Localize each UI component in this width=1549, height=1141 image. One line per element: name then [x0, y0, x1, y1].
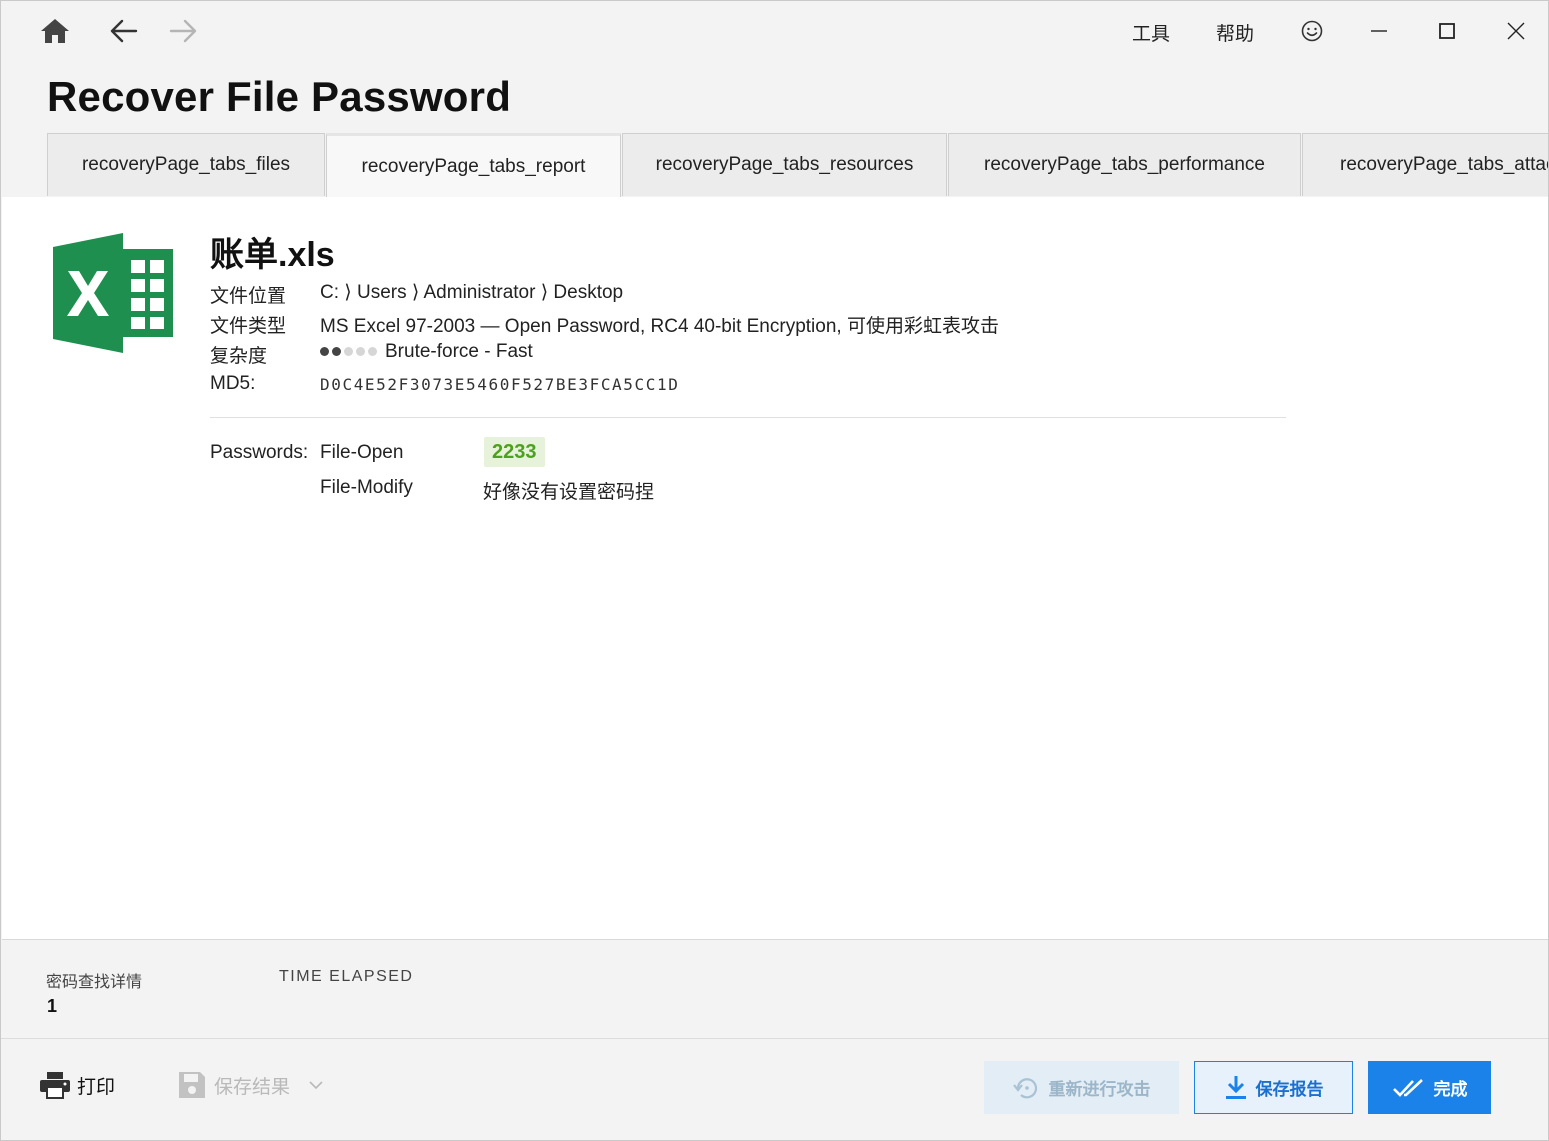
complexity-dots	[320, 347, 377, 357]
maximize-icon	[1439, 23, 1455, 39]
md5-label: MD5:	[210, 373, 256, 394]
page-title: Recover File Password	[47, 73, 512, 120]
tab-files-label: recoveryPage_tabs_files	[81, 154, 291, 175]
complexity-dot	[356, 347, 365, 357]
app-window: 工具 帮助 Recover File Password recoveryPage…	[0, 0, 1549, 1141]
tab-files[interactable]: recoveryPage_tabs_files	[47, 133, 325, 196]
print-button[interactable]: 打印	[39, 1071, 115, 1099]
menu-tools[interactable]: 工具	[1132, 19, 1170, 46]
restart-icon	[1012, 1077, 1037, 1098]
excel-icon	[53, 233, 173, 353]
menu-help[interactable]: 帮助	[1216, 19, 1254, 46]
save-report-button[interactable]: 保存报告	[1194, 1061, 1353, 1114]
close-icon	[1507, 22, 1525, 40]
complexity-value: Brute-force - Fast	[385, 341, 533, 362]
complexity-dot	[320, 347, 329, 357]
arrow-right-icon	[169, 19, 197, 43]
complexity-dot	[332, 347, 341, 357]
md5-value: D0C4E52F3073E5460F527BE3FCA5CC1D	[320, 375, 680, 394]
divider	[210, 417, 1286, 418]
tab-performance-label: recoveryPage_tabs_performance	[984, 154, 1265, 175]
minimize-button[interactable]	[1359, 13, 1399, 49]
status-section: 密码查找详情 1 TIME ELAPSED	[1, 940, 1548, 1039]
retry-attack-label: 重新进行攻击	[1048, 1080, 1151, 1099]
retry-attack-button[interactable]: 重新进行攻击	[984, 1061, 1179, 1114]
complexity-dot	[344, 347, 353, 357]
close-button[interactable]	[1496, 13, 1536, 49]
file-open-label: File-Open	[320, 442, 404, 463]
chevron-down-icon	[309, 1081, 323, 1090]
forward-button[interactable]	[165, 13, 201, 49]
location-label: 文件位置	[210, 286, 287, 307]
passwords-label: Passwords:	[210, 442, 309, 463]
complexity-dot	[368, 347, 377, 357]
home-button[interactable]	[37, 13, 73, 49]
time-elapsed-label: TIME ELAPSED	[279, 968, 414, 985]
floppy-disk-icon	[179, 1072, 205, 1098]
tab-resources-label: recoveryPage_tabs_resources	[655, 154, 914, 175]
type-label: 文件类型	[210, 316, 287, 337]
file-name: 账单.xls	[210, 236, 335, 274]
tab-attack[interactable]: recoveryPage_tabs_attac	[1302, 133, 1549, 196]
footer-toolbar: 打印 保存结果 重新进行攻击 保存报告 完成	[1, 1039, 1548, 1140]
back-button[interactable]	[106, 13, 142, 49]
complexity-label: 复杂度	[210, 346, 268, 367]
save-report-label: 保存报告	[1255, 1080, 1324, 1099]
tab-performance[interactable]: recoveryPage_tabs_performance	[948, 133, 1301, 196]
report-panel: 账单.xls 文件位置 C: ⟩ Users ⟩ Administrator ⟩…	[2, 197, 1548, 940]
print-label: 打印	[77, 1076, 116, 1098]
minimize-icon	[1371, 30, 1387, 32]
double-check-icon	[1392, 1078, 1423, 1097]
file-open-password[interactable]: 2233	[484, 437, 545, 467]
done-label: 完成	[1433, 1080, 1468, 1099]
file-modify-value: 好像没有设置密码捏	[483, 482, 655, 503]
home-icon	[41, 19, 69, 43]
location-value: C: ⟩ Users ⟩ Administrator ⟩ Desktop	[320, 282, 624, 303]
download-icon	[1225, 1075, 1246, 1099]
title-bar: 工具 帮助	[1, 1, 1548, 61]
tab-bar: recoveryPage_tabs_files recoveryPage_tab…	[1, 133, 1548, 197]
arrow-left-icon	[110, 19, 138, 43]
printer-icon	[40, 1072, 70, 1099]
tab-resources[interactable]: recoveryPage_tabs_resources	[622, 133, 947, 196]
feedback-button[interactable]	[1294, 13, 1330, 49]
details-value: 1	[47, 996, 58, 1016]
complexity-value-wrap: Brute-force - Fast	[320, 341, 533, 363]
tab-report-label: recoveryPage_tabs_report	[361, 155, 586, 177]
save-result-label: 保存结果	[214, 1076, 291, 1098]
done-button[interactable]: 完成	[1368, 1061, 1491, 1114]
tab-attack-label: recoveryPage_tabs_attac	[1340, 154, 1549, 175]
maximize-button[interactable]	[1427, 13, 1467, 49]
details-label: 密码查找详情	[46, 974, 143, 991]
file-modify-label: File-Modify	[320, 477, 413, 498]
smiley-icon	[1301, 20, 1323, 42]
save-result-button[interactable]: 保存结果	[178, 1071, 324, 1099]
type-value: MS Excel 97-2003 — Open Password, RC4 40…	[320, 316, 999, 337]
tab-report[interactable]: recoveryPage_tabs_report	[326, 133, 621, 197]
